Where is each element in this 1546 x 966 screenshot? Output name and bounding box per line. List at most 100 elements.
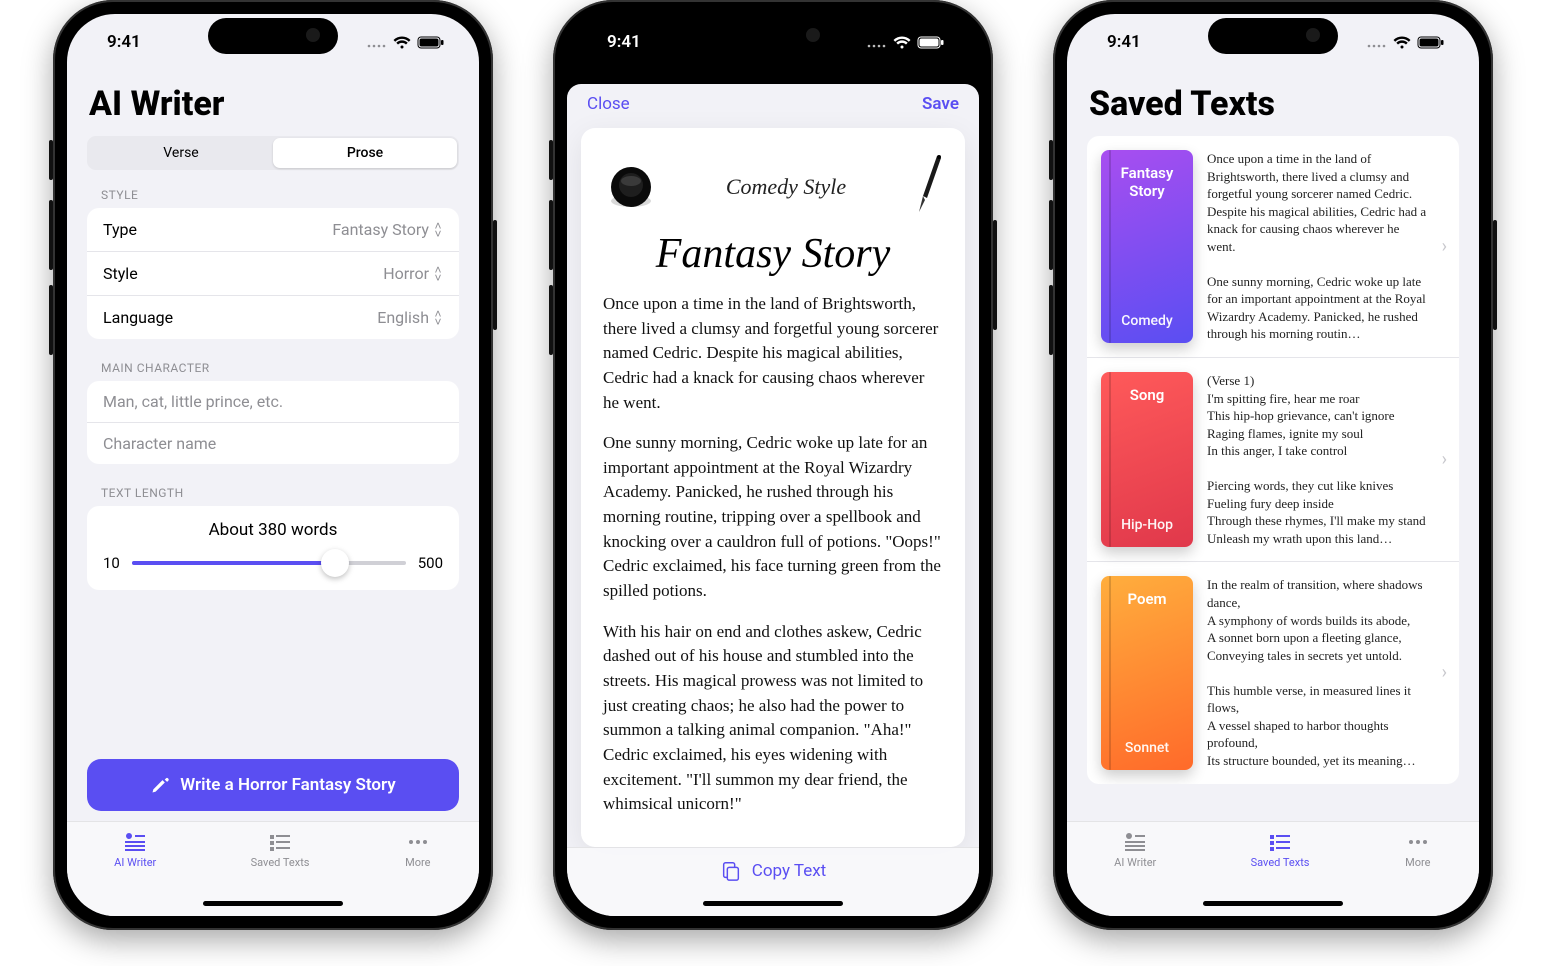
status-icons xyxy=(867,36,945,49)
about-words-label: About 380 words xyxy=(103,520,443,540)
story-paragraph: One sunny morning, Cedric woke up late f… xyxy=(603,431,943,603)
tab-ai-writer[interactable]: AI Writer xyxy=(114,830,156,869)
tab-label: AI Writer xyxy=(114,856,156,869)
character-name-input[interactable]: Character name xyxy=(87,423,459,464)
status-icons xyxy=(367,36,445,49)
status-time: 9:41 xyxy=(607,32,641,52)
tab-label: Saved Texts xyxy=(251,856,310,869)
book-tile-title: Fantasy Story xyxy=(1107,164,1187,200)
tab-label: AI Writer xyxy=(1114,856,1156,869)
chevron-updown-icon: ˄˅ xyxy=(433,266,443,282)
more-icon xyxy=(404,830,432,854)
cellular-icon xyxy=(867,36,887,48)
saved-item[interactable]: Song Hip-Hop (Verse 1) I'm spitting fire… xyxy=(1087,358,1459,562)
book-tile: Song Hip-Hop xyxy=(1101,372,1193,547)
chevron-updown-icon: ˄˅ xyxy=(433,310,443,326)
phone-saved-texts: 9:41 Saved Texts Fantasy Story Comedy On… xyxy=(1053,0,1493,930)
row-language-value: English xyxy=(377,308,429,327)
tab-more[interactable]: More xyxy=(1404,830,1432,869)
phone-result-modal: 9:41 Close Save Comedy Style xyxy=(553,0,993,930)
book-tile-sub: Hip-Hop xyxy=(1121,517,1173,533)
tab-label: More xyxy=(405,856,430,869)
main-character-group: Man, cat, little prince, etc. Character … xyxy=(87,381,459,464)
save-button[interactable]: Save xyxy=(922,94,959,114)
cellular-icon xyxy=(1367,36,1387,48)
style-header: STYLE xyxy=(101,188,445,202)
seg-option-verse[interactable]: Verse xyxy=(89,138,273,168)
battery-icon xyxy=(1417,36,1445,49)
saved-snippet: (Verse 1) I'm spitting fire, hear me roa… xyxy=(1207,372,1428,547)
write-button[interactable]: Write a Horror Fantasy Story xyxy=(87,759,459,811)
status-icons xyxy=(1367,36,1445,49)
book-tile: Poem Sonnet xyxy=(1101,576,1193,769)
copy-icon xyxy=(720,860,742,882)
tab-bar: AI Writer Saved Texts More xyxy=(67,821,479,916)
book-tile-title: Poem xyxy=(1127,590,1166,608)
copy-text-label: Copy Text xyxy=(752,861,826,881)
saved-list: Fantasy Story Comedy Once upon a time in… xyxy=(1087,136,1459,784)
tab-saved-texts[interactable]: Saved Texts xyxy=(251,830,310,869)
ink-well-icon xyxy=(603,159,659,215)
slider-max: 500 xyxy=(418,554,443,572)
story-paragraph: With his hair on end and clothes askew, … xyxy=(603,620,943,817)
page-title: Saved Texts xyxy=(1089,84,1457,124)
story-paragraph: Once upon a time in the land of Brightsw… xyxy=(603,292,943,415)
text-length-header: TEXT LENGTH xyxy=(101,486,445,500)
tab-ai-writer[interactable]: AI Writer xyxy=(1114,830,1156,869)
chevron-right-icon: › xyxy=(1442,662,1447,683)
phone-ai-writer: 9:41 AI Writer Verse Prose STYLE Type Fa… xyxy=(53,0,493,930)
character-type-input[interactable]: Man, cat, little prince, etc. xyxy=(87,381,459,423)
home-indicator[interactable] xyxy=(203,901,343,906)
story-paper: Comedy Style Fantasy Story Once upon a t… xyxy=(581,128,965,847)
home-indicator[interactable] xyxy=(1203,901,1343,906)
compose-icon xyxy=(1121,830,1149,854)
tab-bar: AI Writer Saved Texts More xyxy=(1067,821,1479,916)
row-type[interactable]: Type Fantasy Story ˄˅ xyxy=(87,208,459,252)
length-slider[interactable] xyxy=(132,561,406,565)
slider-thumb[interactable] xyxy=(321,549,349,577)
cellular-icon xyxy=(367,36,387,48)
row-type-value: Fantasy Story xyxy=(332,220,429,239)
more-icon xyxy=(1404,830,1432,854)
home-indicator[interactable] xyxy=(703,901,843,906)
tab-label: More xyxy=(1405,856,1430,869)
book-tile-title: Song xyxy=(1130,386,1165,404)
tab-more[interactable]: More xyxy=(404,830,432,869)
pen-icon xyxy=(150,775,170,795)
row-style-value: Horror xyxy=(383,264,429,283)
chevron-updown-icon: ˄˅ xyxy=(433,222,443,238)
row-language[interactable]: Language English ˄˅ xyxy=(87,296,459,339)
wifi-icon xyxy=(393,36,411,49)
status-time: 9:41 xyxy=(107,32,141,52)
chevron-right-icon: › xyxy=(1442,449,1447,470)
chevron-right-icon: › xyxy=(1442,236,1447,257)
saved-item[interactable]: Fantasy Story Comedy Once upon a time in… xyxy=(1087,136,1459,358)
slider-min: 10 xyxy=(103,554,120,572)
write-button-label: Write a Horror Fantasy Story xyxy=(180,775,396,795)
saved-snippet: Once upon a time in the land of Brightsw… xyxy=(1207,150,1428,343)
style-group: Type Fantasy Story ˄˅ Style Horror ˄˅ La… xyxy=(87,208,459,339)
row-style[interactable]: Style Horror ˄˅ xyxy=(87,252,459,296)
book-tile: Fantasy Story Comedy xyxy=(1101,150,1193,343)
wifi-icon xyxy=(893,36,911,49)
battery-icon xyxy=(417,36,445,49)
row-type-key: Type xyxy=(103,220,137,239)
saved-snippet: In the realm of transition, where shadow… xyxy=(1207,576,1428,769)
compose-icon xyxy=(121,830,149,854)
length-slider-card: About 380 words 10 500 xyxy=(87,506,459,590)
story-body[interactable]: Once upon a time in the land of Brightsw… xyxy=(603,292,943,817)
status-time: 9:41 xyxy=(1107,32,1141,52)
seg-option-prose[interactable]: Prose xyxy=(273,138,457,168)
saved-item[interactable]: Poem Sonnet In the realm of transition, … xyxy=(1087,562,1459,783)
segmented-verse-prose[interactable]: Verse Prose xyxy=(87,136,459,170)
book-tile-sub: Sonnet xyxy=(1125,740,1169,756)
tab-saved-texts[interactable]: Saved Texts xyxy=(1251,830,1310,869)
fountain-pen-icon xyxy=(913,152,943,222)
tab-label: Saved Texts xyxy=(1251,856,1310,869)
list-icon xyxy=(1266,830,1294,854)
story-title: Fantasy Story xyxy=(603,230,943,278)
page-title: AI Writer xyxy=(89,84,457,124)
style-script-label: Comedy Style xyxy=(726,174,846,200)
row-style-key: Style xyxy=(103,264,138,283)
close-button[interactable]: Close xyxy=(587,94,630,114)
